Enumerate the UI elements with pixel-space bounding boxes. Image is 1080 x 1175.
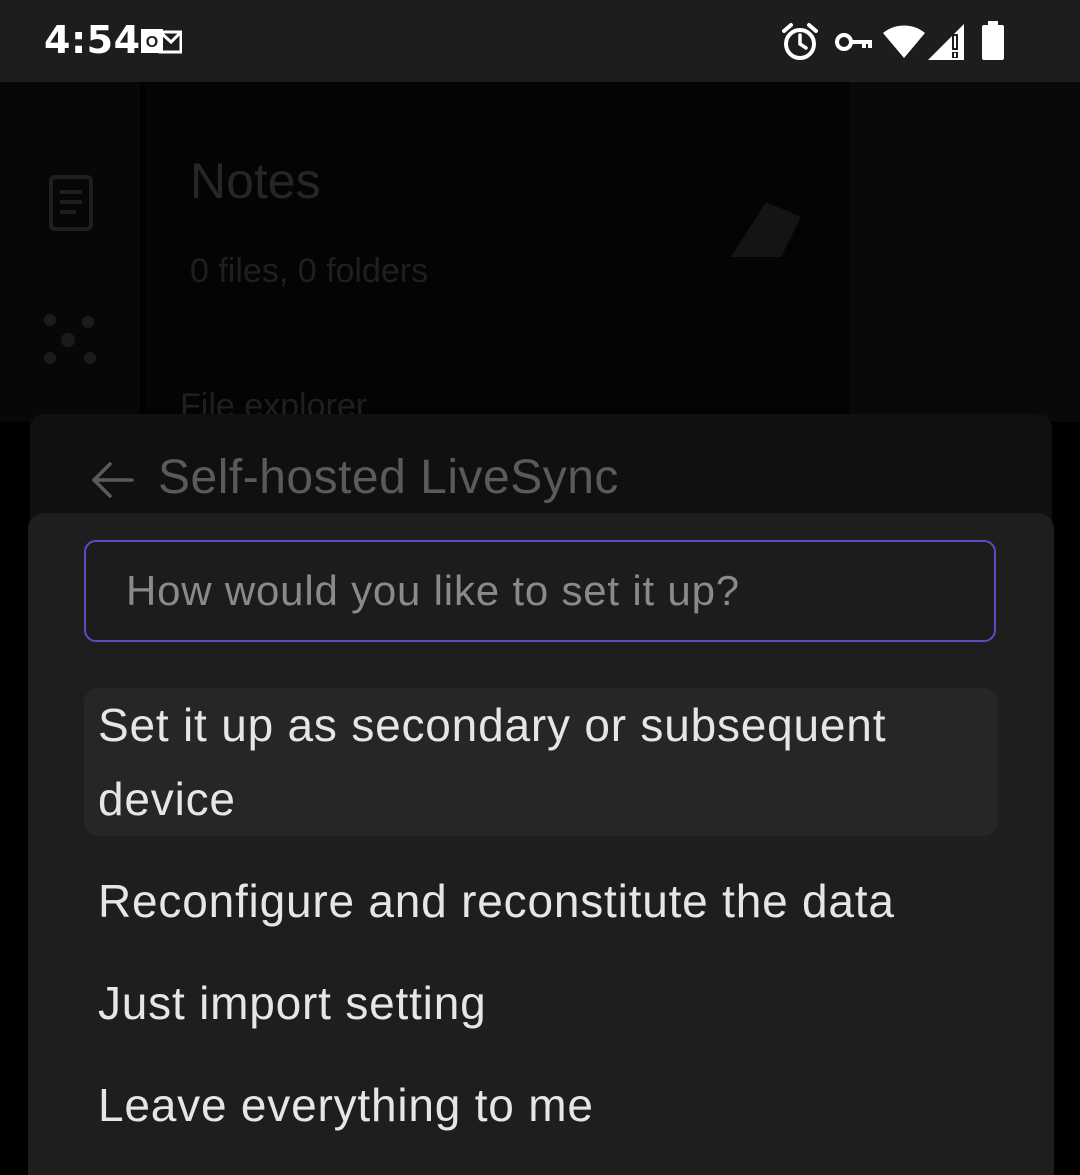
wifi-icon: [883, 25, 925, 58]
prompt-input[interactable]: [84, 540, 996, 642]
settings-modal-heading: Self-hosted LiveSync: [158, 451, 619, 504]
suggestion-item-reconfigure[interactable]: Reconfigure and reconstitute the data: [84, 864, 998, 938]
sync-status-icon: [731, 202, 801, 257]
back-arrow-icon[interactable]: [90, 460, 134, 500]
alarm-icon: [782, 23, 818, 60]
suggestion-label: Reconfigure and reconstitute the data: [98, 875, 895, 927]
svg-text:O: O: [146, 34, 158, 51]
vault-stats: 0 files, 0 folders: [190, 252, 429, 290]
suggestion-item-import-setting[interactable]: Just import setting: [84, 966, 998, 1040]
left-ribbon: [0, 82, 140, 422]
vpn-key-icon: [835, 33, 872, 51]
status-time: 4:54: [44, 18, 141, 62]
battery-icon: [982, 21, 1004, 60]
signal-icon: [928, 24, 964, 60]
suggestion-item-secondary-device[interactable]: Set it up as secondary or subsequent dev…: [84, 688, 998, 836]
graph-icon: [44, 314, 96, 364]
note-icon: [49, 175, 93, 231]
status-bar: 4:54 O: [0, 0, 1080, 82]
suggestion-label: Just import setting: [98, 977, 487, 1029]
vault-title: Notes: [190, 153, 321, 209]
screen: 4:54 O Notes 0 files, 0 folders File exp…: [0, 0, 1080, 1175]
outlook-notification-icon: O: [141, 29, 182, 54]
suggestion-label: Leave everything to me: [98, 1079, 594, 1131]
suggestion-label: Set it up as secondary or subsequent dev…: [98, 699, 887, 825]
right-panel: [850, 82, 1080, 422]
suggestion-item-leave-to-me[interactable]: Leave everything to me: [84, 1068, 998, 1142]
